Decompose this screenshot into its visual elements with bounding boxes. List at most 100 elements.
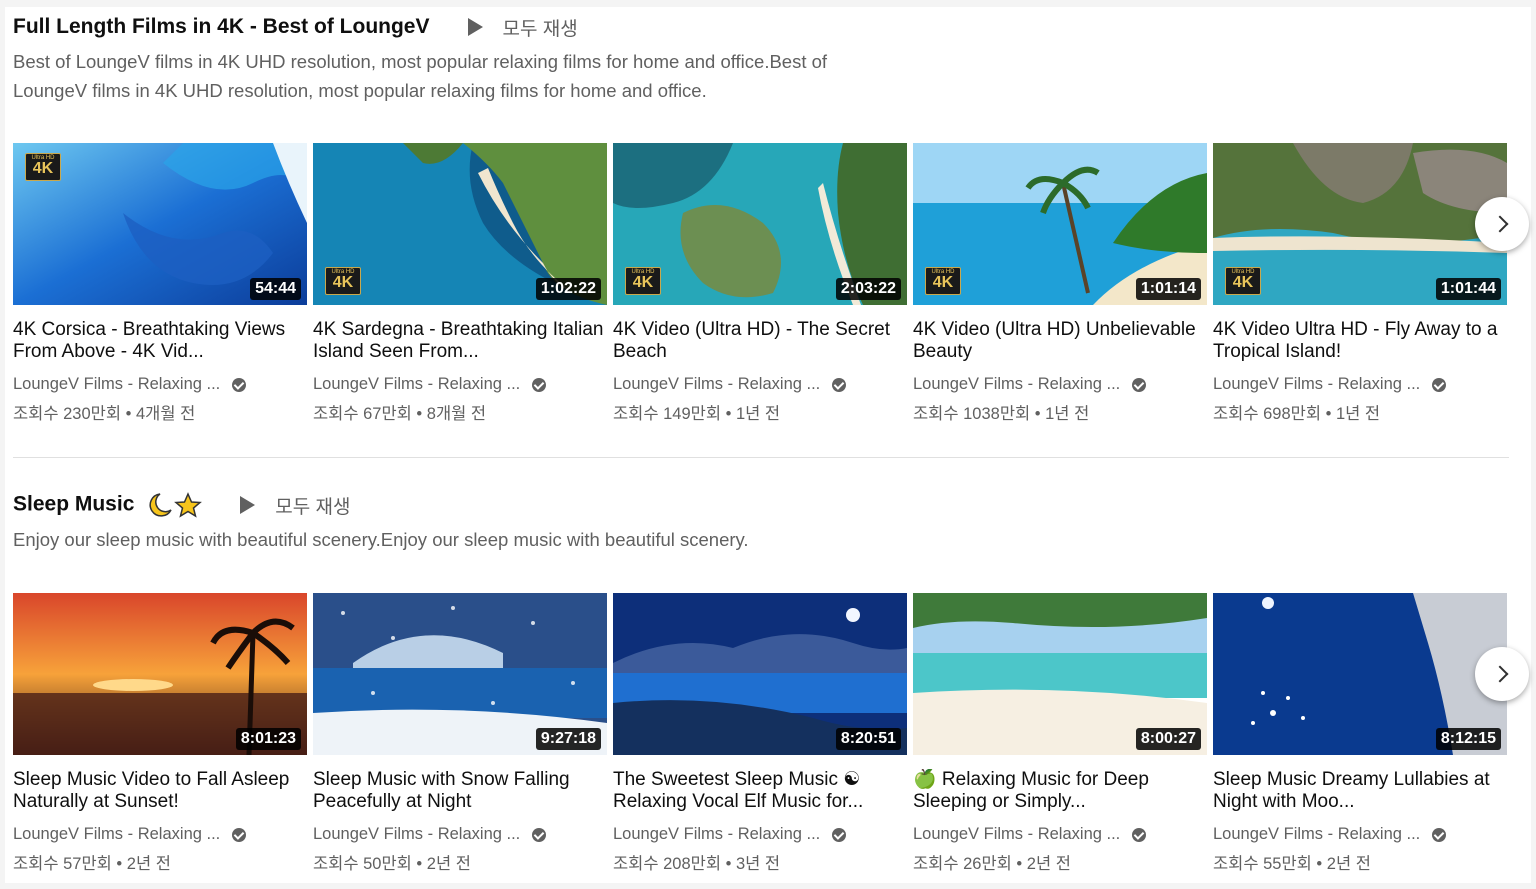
video-card[interactable]: 8:20:51 The Sweetest Sleep Music ☯ Relax… [613, 593, 907, 874]
video-card[interactable]: 8:01:23 Sleep Music Video to Fall Asleep… [13, 593, 307, 874]
channel-name[interactable]: LoungeV Films - Relaxing ... [913, 375, 1207, 394]
video-duration: 2:03:22 [835, 278, 901, 300]
video-card[interactable]: Ultra HD 4K 54:44 4K Corsica - Breathtaki… [13, 143, 307, 424]
video-title[interactable]: 4K Video (Ultra HD) Unbelievable Beauty [913, 319, 1207, 363]
chevron-right-icon [1491, 215, 1509, 233]
video-row: 8:01:23 Sleep Music Video to Fall Asleep… [13, 593, 1513, 874]
video-card[interactable]: 8:12:15 Sleep Music Dreamy Lullabies at … [1213, 593, 1507, 874]
video-title[interactable]: 🍏 Relaxing Music for Deep Sleeping or Si… [913, 769, 1207, 813]
video-duration: 8:20:51 [835, 728, 901, 750]
channel-name[interactable]: LoungeV Films - Relaxing ... [13, 825, 307, 844]
play-all-button[interactable]: 모두 재생 [240, 492, 350, 519]
channel-label: LoungeV Films - Relaxing ... [913, 825, 1121, 843]
video-duration: 54:44 [250, 278, 301, 300]
verified-check-icon [232, 377, 247, 392]
play-all-label: 모두 재생 [502, 18, 578, 40]
video-duration: 9:27:18 [535, 728, 601, 750]
4k-badge: Ultra HD 4K [25, 153, 61, 181]
verified-check-icon [832, 827, 847, 842]
next-arrow-button[interactable] [1475, 197, 1529, 251]
video-card[interactable]: Ultra HD 4K 1:01:44 4K Video Ultra HD - F… [1213, 143, 1507, 424]
video-thumbnail[interactable]: Ultra HD 4K 1:02:22 [313, 143, 607, 305]
channel-label: LoungeV Films - Relaxing ... [13, 825, 221, 843]
video-card[interactable]: 9:27:18 Sleep Music with Snow Falling Pe… [313, 593, 607, 874]
channel-name[interactable]: LoungeV Films - Relaxing ... [313, 375, 607, 394]
4k-badge: Ultra HD 4K [325, 267, 361, 295]
channel-name[interactable]: LoungeV Films - Relaxing ... [913, 825, 1207, 844]
video-title[interactable]: 4K Sardegna - Breathtaking Italian Islan… [313, 319, 607, 363]
channel-label: LoungeV Films - Relaxing ... [913, 375, 1121, 393]
video-title[interactable]: 4K Corsica - Breathtaking Views From Abo… [13, 319, 307, 363]
channel-label: LoungeV Films - Relaxing ... [613, 825, 821, 843]
play-all-button[interactable]: 모두 재생 [467, 14, 578, 41]
video-meta: 조회수 57만회 • 2년 전 [13, 855, 171, 873]
video-title[interactable]: 4K Video Ultra HD - Fly Away to a Tropic… [1213, 319, 1507, 363]
video-card[interactable]: Ultra HD 4K 2:03:22 4K Video (Ultra HD) -… [613, 143, 907, 424]
video-duration: 1:02:22 [535, 278, 601, 300]
shelf-full-length-films: Full Length Films in 4K - Best of Lounge… [13, 7, 1523, 105]
chevron-right-icon [1491, 665, 1509, 683]
moon-star-icon [149, 492, 203, 518]
channel-label: LoungeV Films - Relaxing ... [313, 375, 521, 393]
video-duration: 8:00:27 [1135, 728, 1201, 750]
video-title[interactable]: The Sweetest Sleep Music ☯ Relaxing Voca… [613, 769, 907, 813]
video-thumbnail[interactable]: 8:12:15 [1213, 593, 1507, 755]
youtube-channel-page: Full Length Films in 4K - Best of Lounge… [5, 7, 1531, 883]
video-title[interactable]: Sleep Music Dreamy Lullabies at Night wi… [1213, 769, 1507, 813]
4k-badge: Ultra HD 4K [1225, 267, 1261, 295]
video-meta: 조회수 26만회 • 2년 전 [913, 855, 1071, 873]
video-duration: 8:12:15 [1435, 728, 1501, 750]
channel-label: LoungeV Films - Relaxing ... [1213, 825, 1421, 843]
verified-check-icon [832, 377, 847, 392]
channel-label: LoungeV Films - Relaxing ... [1213, 375, 1421, 393]
video-thumbnail[interactable]: Ultra HD 4K 1:01:44 [1213, 143, 1507, 305]
video-duration: 8:01:23 [235, 728, 301, 750]
channel-label: LoungeV Films - Relaxing ... [313, 825, 521, 843]
video-meta: 조회수 698만회 • 1년 전 [1213, 405, 1381, 423]
verified-check-icon [1432, 377, 1447, 392]
video-meta: 조회수 230만회 • 4개월 전 [13, 405, 196, 423]
shelf-description: Best of LoungeV films in 4K UHD resoluti… [13, 51, 828, 101]
video-meta: 조회수 1038만회 • 1년 전 [913, 405, 1090, 423]
next-arrow-button[interactable] [1475, 647, 1529, 701]
channel-name[interactable]: LoungeV Films - Relaxing ... [613, 825, 907, 844]
shelf-title[interactable]: Sleep Music [13, 492, 203, 518]
video-meta: 조회수 55만회 • 2년 전 [1213, 855, 1371, 873]
shelf-divider [13, 457, 1509, 458]
video-card[interactable]: 8:00:27 🍏 Relaxing Music for Deep Sleepi… [913, 593, 1207, 874]
4k-badge: Ultra HD 4K [625, 267, 661, 295]
channel-label: LoungeV Films - Relaxing ... [613, 375, 821, 393]
video-duration: 1:01:44 [1435, 278, 1501, 300]
channel-name[interactable]: LoungeV Films - Relaxing ... [1213, 375, 1507, 394]
video-duration: 1:01:14 [1135, 278, 1201, 300]
channel-name[interactable]: LoungeV Films - Relaxing ... [613, 375, 907, 394]
video-thumbnail[interactable]: Ultra HD 4K 1:01:14 [913, 143, 1207, 305]
video-thumbnail[interactable]: Ultra HD 4K 54:44 [13, 143, 307, 305]
play-all-label: 모두 재생 [275, 496, 351, 518]
shelf-sleep-music: Sleep Music 모두 재생 Enjoy our sleep music … [13, 485, 1523, 554]
video-card[interactable]: Ultra HD 4K 1:02:22 4K Sardegna - Breatht… [313, 143, 607, 424]
verified-check-icon [1432, 827, 1447, 842]
video-thumbnail[interactable]: 9:27:18 [313, 593, 607, 755]
verified-check-icon [532, 377, 547, 392]
shelf-header: Full Length Films in 4K - Best of Lounge… [13, 7, 1523, 47]
video-card[interactable]: Ultra HD 4K 1:01:14 4K Video (Ultra HD) U… [913, 143, 1207, 424]
video-meta: 조회수 67만회 • 8개월 전 [313, 405, 487, 423]
video-thumbnail[interactable]: 8:00:27 [913, 593, 1207, 755]
channel-name[interactable]: LoungeV Films - Relaxing ... [13, 375, 307, 394]
verified-check-icon [232, 827, 247, 842]
video-title[interactable]: Sleep Music Video to Fall Asleep Natural… [13, 769, 307, 813]
video-title[interactable]: 4K Video (Ultra HD) - The Secret Beach [613, 319, 907, 363]
video-meta: 조회수 50만회 • 2년 전 [313, 855, 471, 873]
video-meta: 조회수 149만회 • 1년 전 [613, 405, 781, 423]
channel-name[interactable]: LoungeV Films - Relaxing ... [1213, 825, 1507, 844]
shelf-title[interactable]: Full Length Films in 4K - Best of Lounge… [13, 15, 430, 39]
video-thumbnail[interactable]: 8:20:51 [613, 593, 907, 755]
video-thumbnail[interactable]: Ultra HD 4K 2:03:22 [613, 143, 907, 305]
video-title[interactable]: Sleep Music with Snow Falling Peacefully… [313, 769, 607, 813]
play-icon [467, 18, 483, 36]
shelf-title-text: Sleep Music [13, 492, 135, 516]
video-thumbnail[interactable]: 8:01:23 [13, 593, 307, 755]
channel-name[interactable]: LoungeV Films - Relaxing ... [313, 825, 607, 844]
video-meta: 조회수 208만회 • 3년 전 [613, 855, 781, 873]
